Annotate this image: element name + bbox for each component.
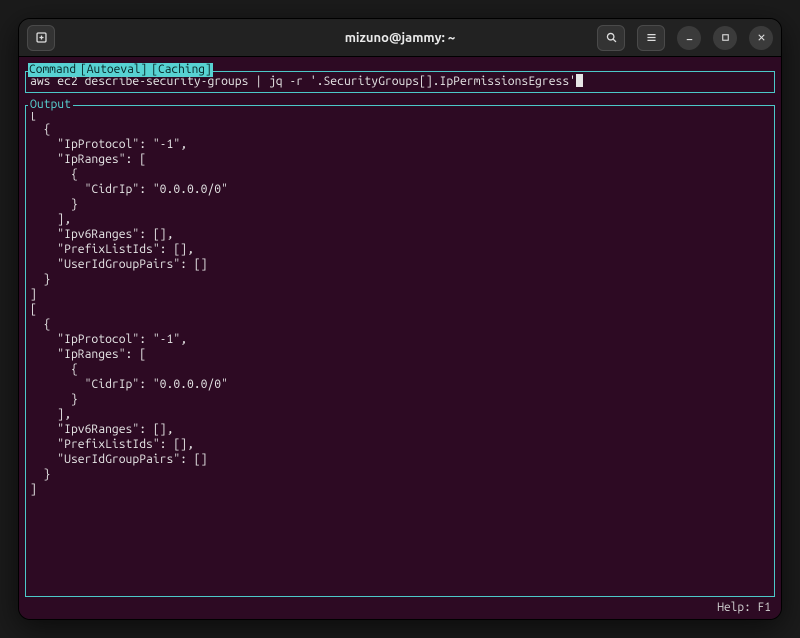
hamburger-icon <box>645 31 658 44</box>
text-cursor <box>576 74 583 87</box>
hamburger-menu-button[interactable] <box>637 25 665 51</box>
tab-autoeval[interactable]: [Autoeval] <box>79 63 148 77</box>
tab-command[interactable]: Command <box>28 63 77 77</box>
output-panel: Output [ { "IpProtocol": "-1", "IpRanges… <box>25 105 775 597</box>
tab-caching[interactable]: [Caching] <box>150 63 212 77</box>
output-panel-label: Output <box>28 98 73 112</box>
titlebar: mizuno@jammy: ~ <box>19 19 781 57</box>
close-button[interactable] <box>749 26 773 50</box>
terminal-window: mizuno@jammy: ~ <box>18 18 782 620</box>
maximize-icon <box>720 32 731 43</box>
search-icon <box>605 31 618 44</box>
command-panel-tabs: Command [Autoeval] [Caching] <box>28 63 213 77</box>
close-icon <box>756 32 767 43</box>
output-text: [ { "IpProtocol": "-1", "IpRanges": [ { … <box>30 107 770 497</box>
help-hint: Help: F1 <box>717 600 771 615</box>
maximize-button[interactable] <box>713 26 737 50</box>
search-button[interactable] <box>597 25 625 51</box>
terminal-body[interactable]: Command [Autoeval] [Caching] aws ec2 des… <box>19 57 781 619</box>
new-tab-icon <box>35 31 48 44</box>
new-tab-button[interactable] <box>27 25 55 51</box>
minimize-icon <box>684 32 695 43</box>
command-panel: Command [Autoeval] [Caching] aws ec2 des… <box>25 71 775 93</box>
minimize-button[interactable] <box>677 26 701 50</box>
